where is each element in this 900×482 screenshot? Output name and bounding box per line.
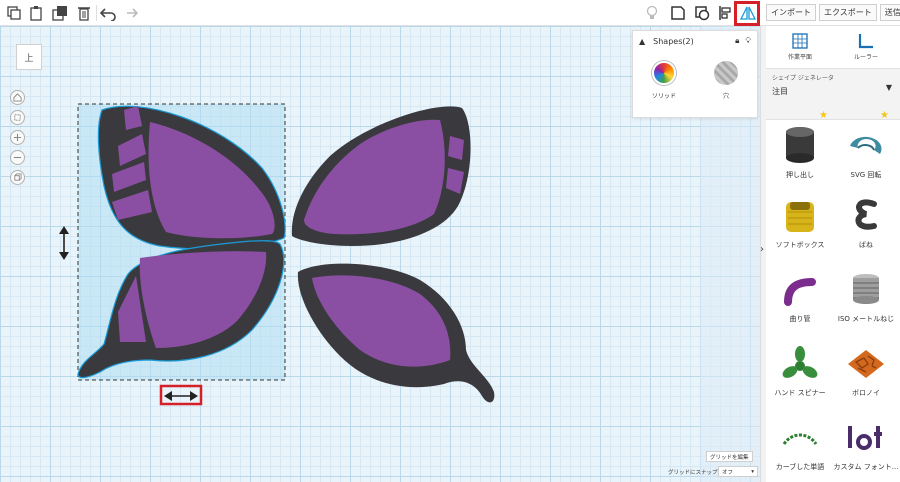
toolbar-divider: [96, 5, 97, 21]
light-bulb-button[interactable]: [642, 3, 662, 23]
chevron-down-icon: ▾: [751, 468, 754, 475]
copy-icon: [7, 6, 21, 20]
workplane-icon: [792, 33, 808, 49]
shape-custom-font[interactable]: カスタム フォント...: [834, 416, 898, 482]
hole-label: 穴: [722, 93, 729, 100]
paste-icon: [30, 6, 42, 21]
soft-box-icon: [786, 202, 814, 232]
workplane-tool[interactable]: 作業平面: [788, 32, 812, 61]
snap-grid-label: グリッドにスナップ: [668, 470, 718, 476]
shape-voronoi[interactable]: ボロノイ: [836, 342, 896, 418]
redo-icon: [127, 8, 138, 18]
spring-icon: [855, 199, 877, 230]
redo-button[interactable]: [120, 3, 140, 23]
align-icon: [719, 6, 731, 20]
undo-button[interactable]: [98, 3, 118, 23]
iso-metric-thread-icon: [853, 274, 879, 304]
copy-button[interactable]: [4, 3, 24, 23]
duplicate-button[interactable]: [50, 3, 70, 23]
group-icon: [695, 6, 710, 21]
hole-option[interactable]: 穴: [713, 61, 738, 100]
note-button[interactable]: [668, 3, 688, 23]
undo-icon: [100, 8, 116, 21]
shape-svg-revolve[interactable]: SVG 回転: [836, 124, 896, 200]
shapes-panel: 作業平面 ルーラー シェイプ ジェネレータ 注目 ▼ 押し出し ★ SVG 回転…: [766, 26, 900, 482]
shape-extrude[interactable]: 押し出し: [770, 124, 830, 200]
height-dimension-handle[interactable]: [59, 226, 69, 260]
edit-grid-button[interactable]: グリッドを編集: [706, 451, 753, 462]
collapse-inspector-icon[interactable]: ▲: [639, 37, 645, 46]
ruler-icon: [858, 34, 873, 49]
curved-word-icon: [782, 433, 818, 445]
hole-icon: [713, 61, 738, 85]
shape-spring[interactable]: ばね: [836, 194, 896, 270]
shape-inspector: ▲ Shapes(2) 🔒︎ 💡︎ ソリッド 穴: [632, 30, 758, 118]
solid-label: ソリッド: [651, 93, 676, 100]
snap-grid-value: オフ: [722, 469, 734, 476]
generator-value: 注目: [772, 87, 788, 96]
bent-pipe-icon: [784, 278, 816, 306]
export-button[interactable]: エクスポート: [819, 4, 877, 21]
light-bulb-icon: [646, 5, 658, 19]
align-button[interactable]: [716, 3, 736, 23]
width-dimension-handle[interactable]: [164, 391, 198, 401]
snap-grid-select[interactable]: オフ ▾: [718, 466, 758, 477]
main-toolbar: [0, 0, 760, 26]
right-upper-wing[interactable]: [291, 106, 471, 246]
inspector-title: Shapes(2): [653, 36, 694, 46]
import-button[interactable]: インポート: [766, 4, 816, 21]
group-button[interactable]: [692, 3, 712, 23]
light-icon[interactable]: 💡︎: [745, 36, 751, 46]
note-icon: [671, 6, 685, 20]
delete-button[interactable]: [74, 3, 94, 23]
star-icon: ★: [880, 110, 889, 121]
shape-hand-spinner[interactable]: ハンド スピナー: [770, 342, 830, 418]
solid-option[interactable]: ソリッド: [651, 61, 676, 100]
trash-icon: [78, 7, 90, 21]
caret-down-icon: ▼: [885, 83, 892, 92]
right-header: インポート エクスポート 送信先: [760, 0, 900, 26]
duplicate-icon: [52, 6, 67, 21]
paste-button[interactable]: [26, 3, 46, 23]
svg-revolve-icon: [850, 136, 882, 154]
hand-spinner-icon: [782, 346, 818, 378]
lock-icon[interactable]: 🔒︎: [735, 36, 739, 46]
solid-color-icon: [651, 61, 676, 85]
star-icon: ★: [819, 110, 828, 121]
extrude-icon: [786, 127, 814, 163]
custom-font-icon: [848, 426, 882, 450]
send-to-button[interactable]: 送信先: [879, 4, 900, 21]
ruler-tool[interactable]: ルーラー: [854, 32, 878, 61]
shape-curved-word[interactable]: カーブした単語: [770, 416, 830, 482]
shape-bent-pipe[interactable]: 曲り管: [770, 268, 830, 344]
mirror-button-highlight: [734, 1, 760, 26]
voronoi-icon: [848, 350, 884, 378]
shape-soft-box[interactable]: ソフトボックス: [770, 194, 830, 270]
generator-label: シェイプ ジェネレータ: [772, 75, 834, 82]
right-lower-wing[interactable]: [297, 263, 495, 403]
collapse-panel-icon[interactable]: ›: [760, 244, 764, 255]
shape-iso-thread[interactable]: ISO メートルねじ: [836, 268, 896, 344]
